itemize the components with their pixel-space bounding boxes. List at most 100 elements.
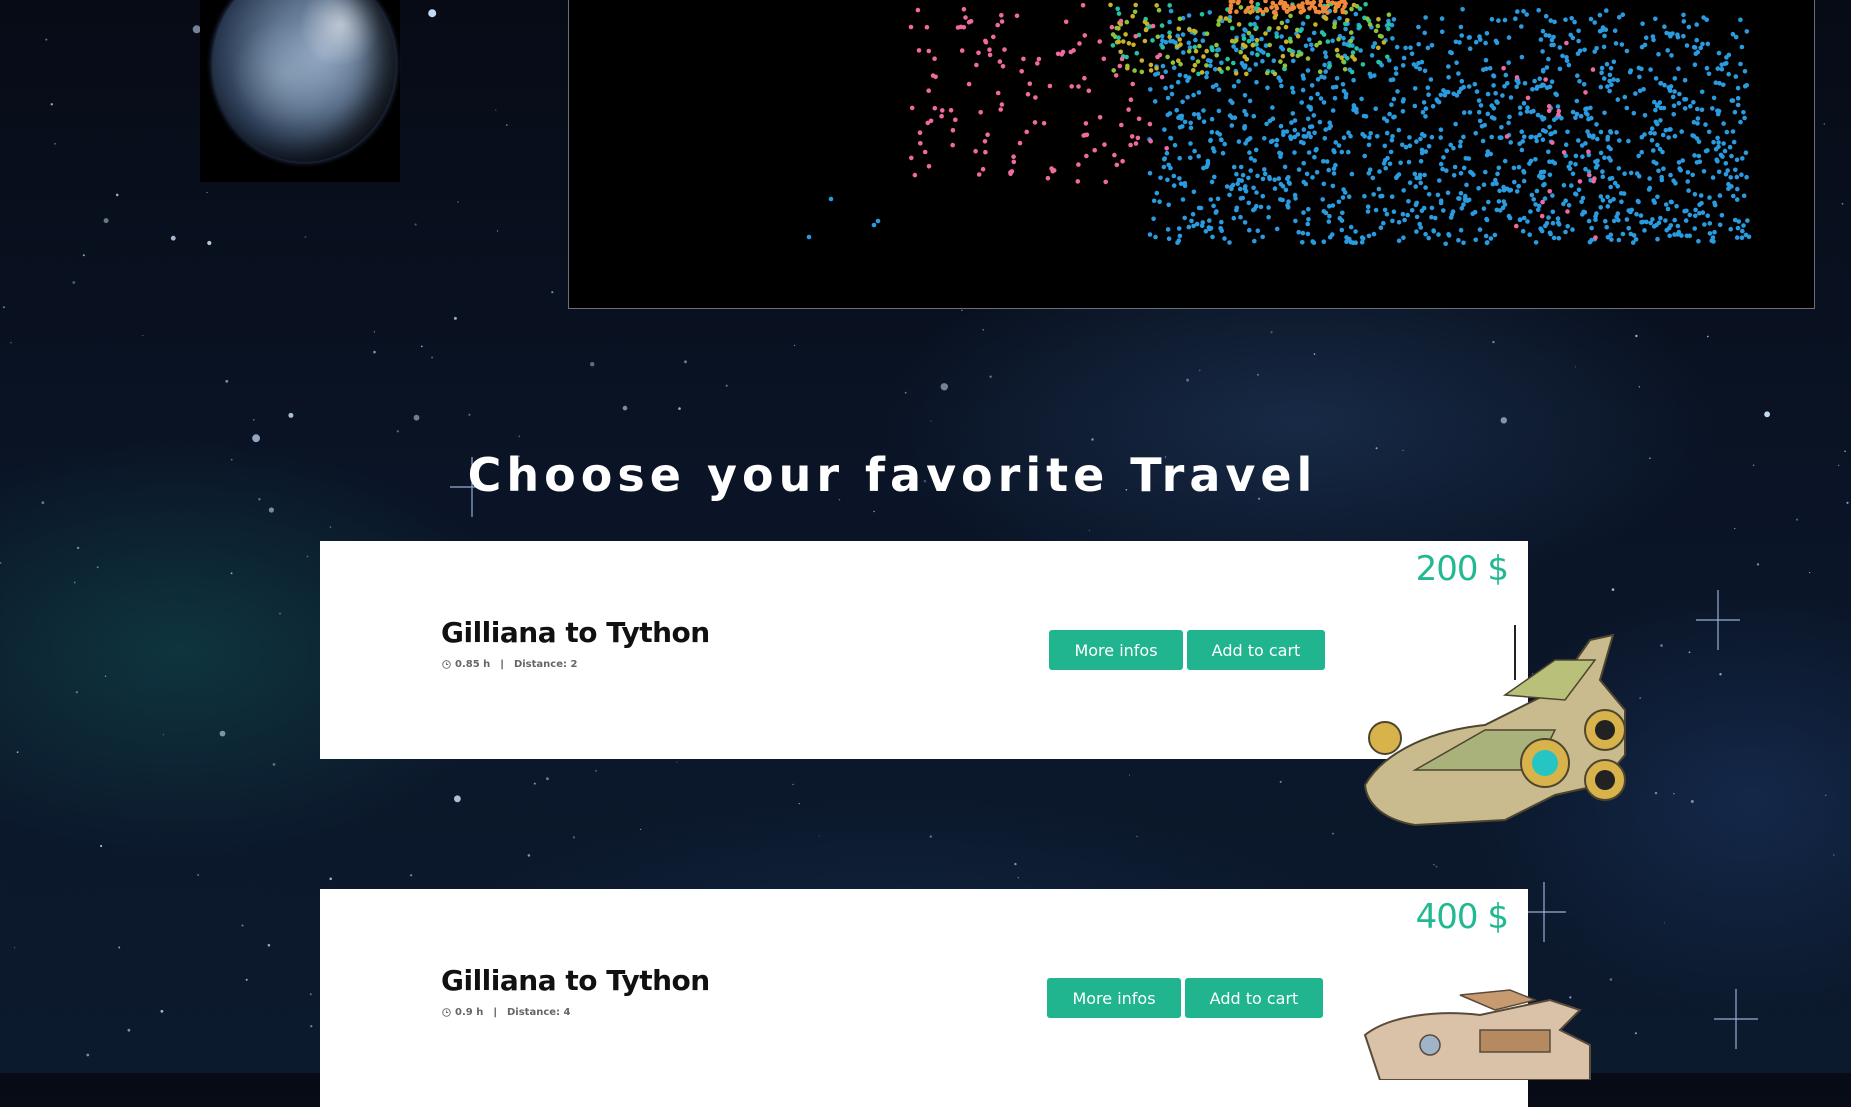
scatter-point — [1255, 173, 1260, 179]
scatter-point — [1687, 233, 1692, 239]
scatter-point — [1258, 204, 1264, 210]
scatter-point — [1233, 71, 1239, 76]
star — [1673, 793, 1675, 795]
scatter-point — [1199, 223, 1205, 228]
scatter-point — [1234, 171, 1239, 177]
scatter-point — [1670, 94, 1676, 100]
add-to-cart-button[interactable]: Add to cart — [1187, 630, 1325, 670]
scatter-point — [1421, 205, 1427, 211]
scatter-point — [1564, 40, 1569, 46]
scatter-point — [1576, 28, 1581, 34]
scatter-point — [1611, 77, 1616, 82]
scatter-point — [1446, 233, 1452, 238]
scatter-point — [1607, 72, 1613, 78]
scatter-point — [1586, 149, 1591, 154]
scatter-point — [1272, 177, 1277, 182]
scatter-point — [1101, 56, 1107, 62]
star — [309, 993, 312, 996]
scatter-point — [1626, 208, 1631, 213]
star — [495, 109, 497, 111]
scatter-point — [1615, 211, 1621, 216]
scatter-point — [1690, 133, 1695, 138]
scatter-point — [1721, 141, 1726, 146]
scatter-point — [1532, 78, 1537, 84]
scatter-point — [1519, 24, 1524, 29]
scatter-point — [1669, 53, 1674, 58]
more-infos-button[interactable]: More infos — [1047, 978, 1181, 1018]
star — [1088, 529, 1090, 532]
scatter-point — [1280, 197, 1285, 203]
scatter-point — [1212, 149, 1217, 154]
scatter-point — [1332, 95, 1338, 101]
scatter-point — [1188, 141, 1193, 146]
scatter-point — [1260, 58, 1265, 64]
scatter-point — [1539, 213, 1545, 219]
scatter-point — [1521, 178, 1527, 184]
scatter-point — [1582, 47, 1587, 53]
scatter-point — [1373, 207, 1379, 213]
scatter-point — [1705, 41, 1711, 47]
galaxy-scatter-plot — [806, 0, 1752, 247]
scatter-point — [915, 7, 921, 13]
scatter-point — [1441, 208, 1446, 213]
scatter-point — [1172, 142, 1178, 148]
scatter-point — [1684, 43, 1690, 48]
scatter-point — [1193, 48, 1199, 54]
scatter-point — [1147, 232, 1153, 237]
more-infos-button[interactable]: More infos — [1049, 630, 1183, 670]
scatter-point — [1156, 7, 1162, 13]
scatter-point — [1598, 129, 1604, 135]
scatter-point — [1700, 41, 1705, 47]
scatter-point — [1642, 132, 1647, 137]
scatter-point — [1008, 171, 1013, 177]
scatter-point — [1556, 220, 1561, 226]
scatter-point — [1540, 137, 1546, 142]
scatter-point — [1341, 135, 1347, 140]
scatter-point — [1159, 34, 1165, 39]
scatter-point — [1238, 214, 1243, 220]
scatter-point — [963, 15, 968, 20]
scatter-point — [1426, 192, 1432, 197]
scatter-point — [1175, 79, 1181, 85]
scatter-point — [1663, 202, 1669, 207]
scatter-point — [1617, 138, 1622, 143]
star — [639, 828, 642, 831]
scatter-point — [1696, 139, 1702, 144]
scatter-point — [1651, 224, 1657, 229]
scatter-point — [1727, 144, 1733, 150]
scatter-point — [1254, 25, 1259, 31]
scatter-point — [974, 62, 979, 68]
scatter-point — [1243, 141, 1248, 146]
scatter-point — [1576, 38, 1581, 44]
scatter-point — [1672, 217, 1677, 223]
scatter-point — [1520, 139, 1526, 144]
scatter-point — [1167, 111, 1173, 116]
scatter-point — [1323, 16, 1329, 21]
scatter-point — [1609, 82, 1614, 88]
scatter-point — [1130, 81, 1135, 87]
scatter-point — [1564, 55, 1569, 60]
scatter-point — [1110, 32, 1116, 37]
scatter-point — [1696, 238, 1701, 244]
scatter-point — [1658, 215, 1663, 221]
scatter-point — [1251, 207, 1256, 213]
scatter-point — [1676, 160, 1682, 165]
scatter-point — [1714, 157, 1719, 163]
scatter-point — [1193, 37, 1198, 43]
scatter-point — [1273, 3, 1279, 9]
scatter-point — [1167, 19, 1172, 25]
star — [1833, 854, 1835, 856]
scatter-point — [1489, 115, 1495, 120]
scatter-point — [1182, 215, 1187, 221]
star — [267, 943, 271, 947]
scatter-point — [1148, 87, 1153, 92]
add-to-cart-button[interactable]: Add to cart — [1185, 978, 1323, 1018]
star — [100, 844, 103, 848]
star — [329, 526, 332, 528]
scatter-point — [1162, 157, 1167, 162]
star — [10, 342, 12, 344]
scatter-point — [1135, 135, 1141, 141]
scatter-point — [955, 25, 961, 30]
scatter-point — [924, 25, 930, 30]
scatter-point — [1339, 55, 1344, 60]
